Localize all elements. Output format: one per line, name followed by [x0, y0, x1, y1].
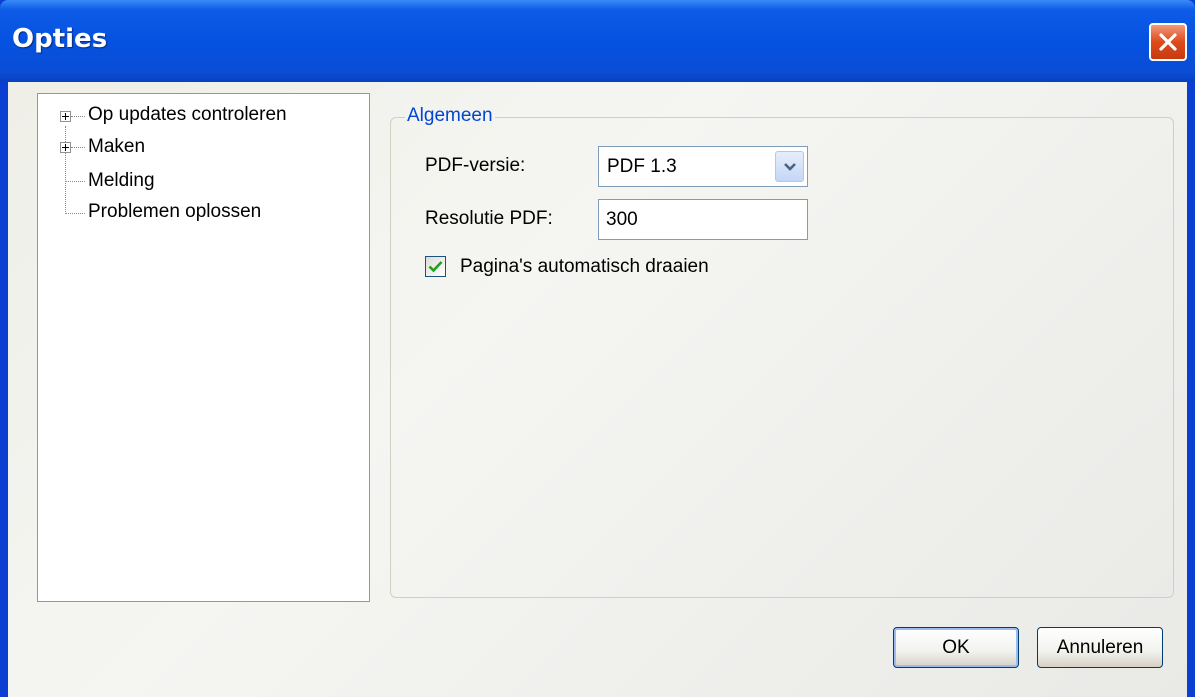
tree-item-label: Problemen oplossen: [88, 201, 262, 222]
tree-item-problemen-oplossen[interactable]: Problemen oplossen: [88, 198, 261, 226]
checkmark-icon: [428, 261, 443, 273]
title-bar[interactable]: Opties: [0, 0, 1195, 82]
tree-connector: [71, 147, 85, 148]
pdf-version-value: PDF 1.3: [607, 156, 677, 177]
tree-item-melding[interactable]: Melding: [88, 167, 155, 195]
cancel-button[interactable]: Annuleren: [1037, 627, 1163, 668]
window-border-left: [0, 82, 8, 697]
tree-connector: [65, 126, 66, 214]
expand-icon[interactable]: [60, 111, 71, 122]
close-button[interactable]: [1149, 23, 1187, 61]
general-groupbox: [390, 117, 1174, 598]
general-group-title: Algemeen: [405, 104, 495, 128]
resolution-label: Resolutie PDF:: [425, 208, 553, 229]
options-tree[interactable]: Op updates controleren Maken Melding Pro…: [37, 93, 370, 602]
window-border-right: [1187, 82, 1195, 697]
tree-item-label: Maken: [88, 136, 146, 157]
pdf-version-select[interactable]: PDF 1.3: [598, 146, 808, 187]
tree-item-maken[interactable]: Maken: [88, 133, 145, 161]
tree-connector: [65, 181, 85, 182]
tree-item-updates[interactable]: Op updates controleren: [88, 101, 287, 129]
ok-button[interactable]: OK: [893, 627, 1019, 668]
auto-rotate-label[interactable]: Pagina's automatisch draaien: [460, 255, 709, 279]
window-title: Opties: [12, 24, 108, 54]
close-icon: [1159, 33, 1177, 51]
resolution-input[interactable]: [599, 200, 807, 239]
chevron-down-icon: [783, 162, 796, 171]
tree-item-label: Melding: [88, 170, 155, 191]
dropdown-button[interactable]: [775, 151, 804, 182]
resolution-field[interactable]: [598, 199, 808, 240]
pdf-version-label: PDF-versie:: [425, 155, 526, 176]
expand-icon[interactable]: [60, 142, 71, 153]
tree-connector: [65, 213, 85, 214]
options-dialog: Opties Op updates controleren Maken Meld…: [0, 0, 1195, 697]
auto-rotate-checkbox[interactable]: [425, 256, 446, 277]
tree-item-label: Op updates controleren: [88, 104, 287, 125]
tree-connector: [71, 116, 85, 117]
